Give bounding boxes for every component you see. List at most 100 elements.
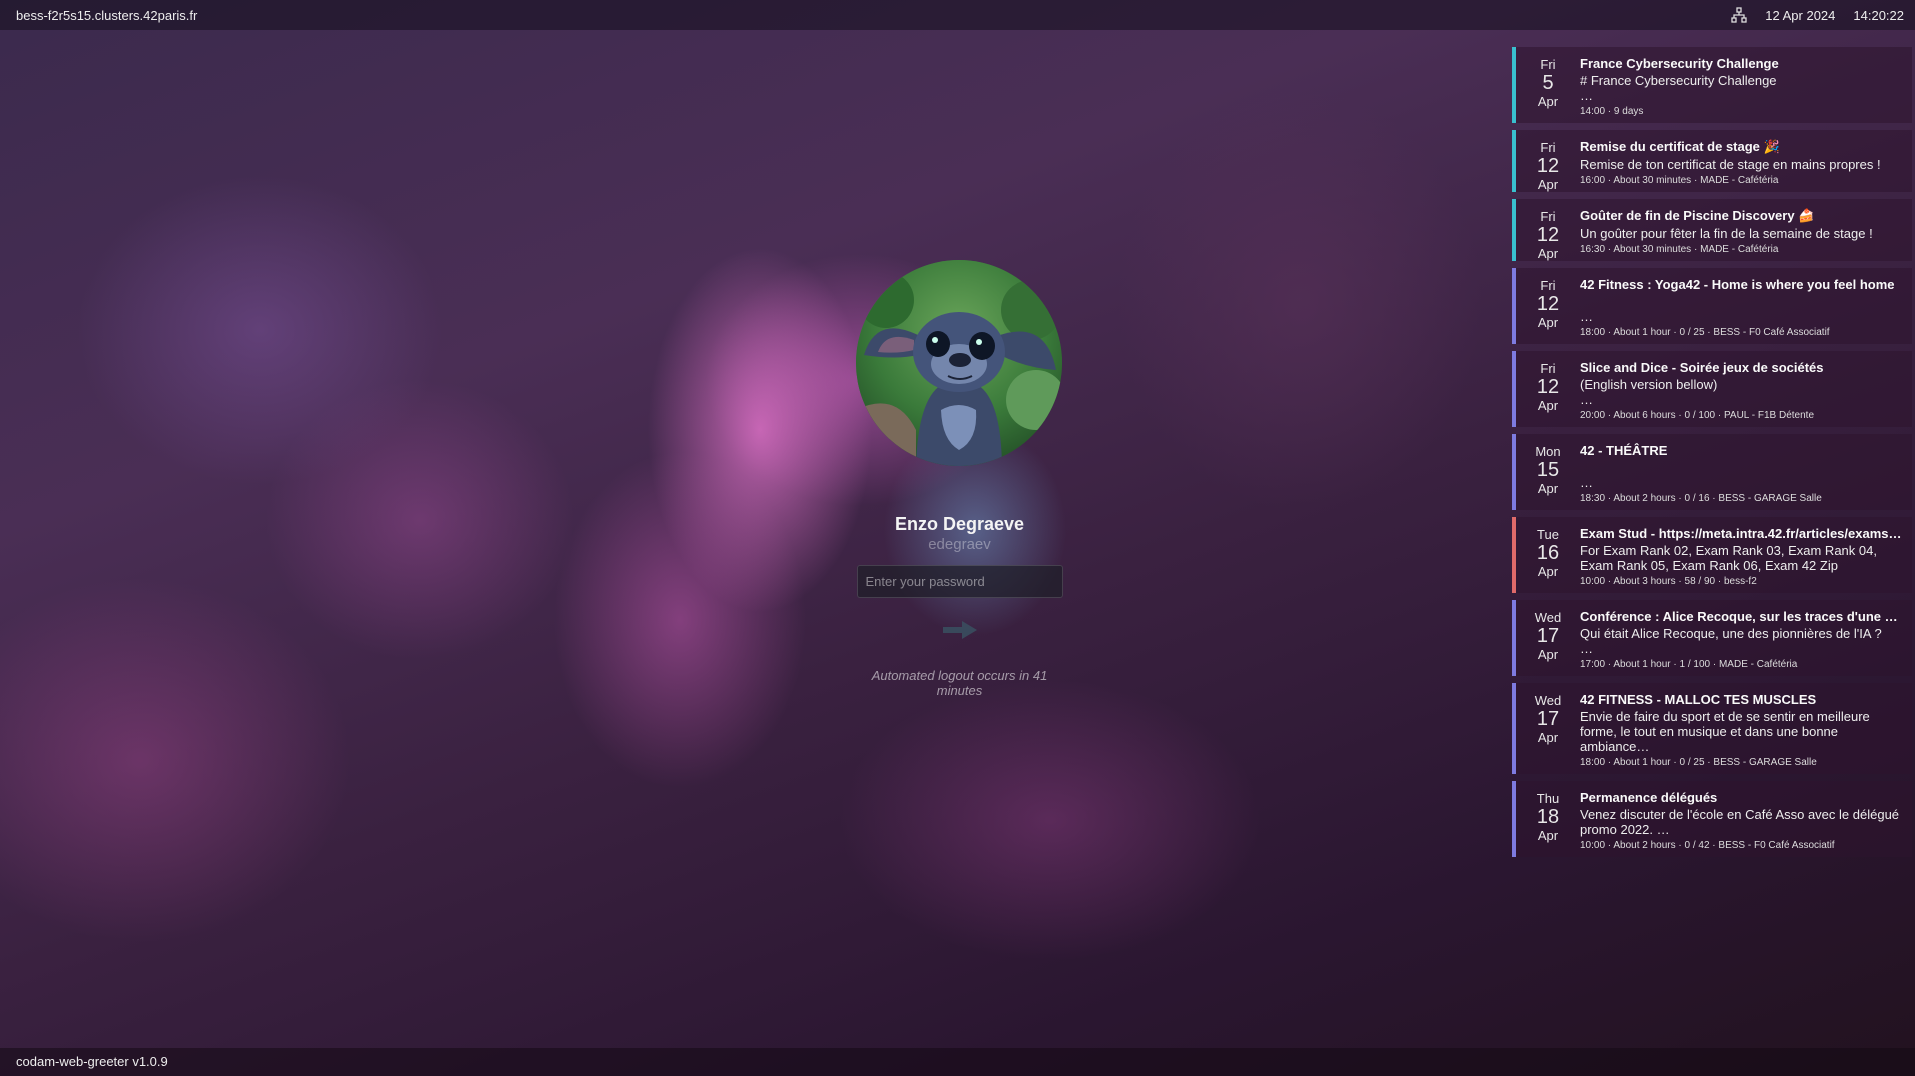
event-details: 42 FITNESS - MALLOC TES MUSCLES Envie de … [1580,683,1912,774]
event-item[interactable]: Fri 12 Apr Goûter de fin de Piscine Discove… [1512,199,1912,261]
event-item[interactable]: Fri 12 Apr 42 Fitness : Yoga42 - Home is wh… [1512,268,1912,344]
event-title: 42 Fitness : Yoga42 - Home is where you … [1580,277,1895,292]
event-date: Fri 12 Apr [1516,199,1580,261]
event-month: Apr [1537,246,1559,261]
event-weekday: Fri [1540,140,1556,155]
event-day: 12 [1536,293,1560,315]
event-day: 16 [1536,542,1560,564]
event-weekday: Mon [1535,444,1561,459]
event-description: # France Cybersecurity Challenge … [1580,73,1777,103]
event-weekday: Wed [1534,610,1562,625]
event-details: France Cybersecurity Challenge # France C… [1580,47,1912,123]
event-weekday: Fri [1540,57,1556,72]
event-title: Remise du certificat de stage 🎉 [1580,139,1780,154]
event-title: Goûter de fin de Piscine Discovery 🍰 [1580,208,1815,223]
user-login-name: edegraev [928,536,991,553]
event-meta: 18:00 · About 1 hour · 0 / 25 · BESS - G… [1580,757,1817,768]
login-button[interactable] [940,618,980,642]
event-details: Slice and Dice - Soirée jeux de sociétés… [1580,351,1912,427]
event-day: 12 [1536,224,1560,246]
event-meta: 17:00 · About 1 hour · 1 / 100 · MADE - … [1580,659,1798,670]
network-icon [1731,7,1747,23]
event-description: Venez discuter de l'école en Café Asso a… [1580,807,1900,837]
event-description: Remise de ton certificat de stage en mai… [1580,157,1881,172]
event-description: … [1580,309,1593,324]
event-details: 42 Fitness : Yoga42 - Home is where you … [1580,268,1912,344]
event-day: 12 [1536,155,1560,177]
event-description: Qui était Alice Recoque, une des pionniè… [1580,626,1882,656]
event-day: 17 [1536,708,1560,730]
event-details: Goûter de fin de Piscine Discovery 🍰 Un g… [1580,199,1912,261]
current-date: 12 Apr 2024 [1765,7,1836,23]
event-meta: 20:00 · About 6 hours · 0 / 100 · PAUL -… [1580,410,1815,421]
event-date: Mon 15 Apr [1516,434,1580,510]
event-item[interactable]: Wed 17 Apr 42 FITNESS - MALLOC TES MUSCLES E… [1512,683,1912,774]
event-item[interactable]: Thu 18 Apr Permanence délégués Venez discute… [1512,781,1912,857]
event-description: For Exam Rank 02, Exam Rank 03, Exam Ran… [1580,543,1877,573]
event-day: 5 [1542,72,1554,94]
event-title: 42 - THÉÂTRE [1580,443,1668,458]
event-weekday: Fri [1540,361,1556,376]
event-weekday: Wed [1534,693,1562,708]
event-meta: 18:00 · About 1 hour · 0 / 25 · BESS - F… [1580,327,1830,338]
event-day: 17 [1536,625,1560,647]
top-bar: bess-f2r5s15.clusters.42paris.fr 12 Apr … [0,0,1915,30]
event-date: Tue 16 Apr [1516,517,1580,593]
event-weekday: Fri [1540,278,1556,293]
event-item[interactable]: Wed 17 Apr Conférence : Alice Recoque, sur … [1512,600,1912,676]
event-month: Apr [1537,564,1559,579]
event-meta: 16:30 · About 30 minutes · MADE - Cafété… [1580,244,1779,255]
event-description: Un goûter pour fêter la fin de la semain… [1580,226,1873,241]
event-description: Envie de faire du sport et de se sentir … [1580,709,1870,754]
event-date: Fri 5 Apr [1516,47,1580,123]
current-time: 14:20:22 [1853,7,1904,23]
event-weekday: Thu [1536,791,1560,806]
event-month: Apr [1537,94,1559,109]
event-day: 12 [1536,376,1560,398]
event-day: 18 [1536,806,1560,828]
event-date: Fri 12 Apr [1516,268,1580,344]
event-month: Apr [1537,398,1559,413]
login-form: Enzo Degraeve edegraev Automated logout … [856,260,1063,698]
event-weekday: Fri [1540,209,1556,224]
event-details: Remise du certificat de stage 🎉 Remise de… [1580,130,1912,192]
events-list: Fri 5 Apr France Cybersecurity Challenge # F… [1512,47,1912,864]
auto-logout-notice: Automated logout occurs in 41 minutes [871,668,1048,698]
event-item[interactable]: Fri 12 Apr Remise du certificat de stage 🎉 R… [1512,130,1912,192]
greeter-version: codam-web-greeter v1.0.9 [16,1054,168,1069]
event-description: … [1580,475,1593,490]
event-day: 15 [1536,459,1560,481]
event-date: Thu 18 Apr [1516,781,1580,857]
event-month: Apr [1537,315,1559,330]
event-meta: 10:00 · About 3 hours · 58 / 90 · bess-f… [1580,576,1757,587]
hostname: bess-f2r5s15.clusters.42paris.fr [16,8,198,23]
event-title: Exam Stud - https://meta.intra.42.fr/art… [1580,526,1904,541]
event-meta: 14:00 · 9 days [1580,106,1644,117]
event-meta: 18:30 · About 2 hours · 0 / 16 · BESS - … [1580,493,1822,504]
top-bar-status: 12 Apr 2024 14:20:22 [1731,7,1904,23]
event-item[interactable]: Tue 16 Apr Exam Stud - https://meta.intra.4… [1512,517,1912,593]
event-month: Apr [1537,828,1559,843]
event-month: Apr [1537,730,1559,745]
event-details: 42 - THÉÂTRE … 18:30 · About 2 hours · 0 … [1580,434,1912,510]
bottom-bar: codam-web-greeter v1.0.9 [0,1048,1915,1076]
event-date: Wed 17 Apr [1516,683,1580,774]
event-meta: 10:00 · About 2 hours · 0 / 42 · BESS - … [1580,840,1835,851]
event-title: 42 FITNESS - MALLOC TES MUSCLES [1580,692,1817,707]
event-date: Fri 12 Apr [1516,130,1580,192]
password-input[interactable] [856,565,1063,598]
event-month: Apr [1537,481,1559,496]
event-details: Conférence : Alice Recoque, sur les trac… [1580,600,1912,676]
event-month: Apr [1537,647,1559,662]
event-date: Fri 12 Apr [1516,351,1580,427]
event-date: Wed 17 Apr [1516,600,1580,676]
event-item[interactable]: Mon 15 Apr 42 - THÉÂTRE … 18:30 · About 2 ho… [1512,434,1912,510]
event-item[interactable]: Fri 5 Apr France Cybersecurity Challenge # F… [1512,47,1912,123]
event-title: Conférence : Alice Recoque, sur les trac… [1580,609,1904,624]
event-title: France Cybersecurity Challenge [1580,56,1779,71]
event-item[interactable]: Fri 12 Apr Slice and Dice - Soirée jeux de … [1512,351,1912,427]
event-title: Slice and Dice - Soirée jeux de sociétés [1580,360,1824,375]
event-weekday: Tue [1537,527,1559,542]
event-description: (English version bellow) … [1580,377,1718,407]
event-meta: 16:00 · About 30 minutes · MADE - Cafété… [1580,175,1779,186]
